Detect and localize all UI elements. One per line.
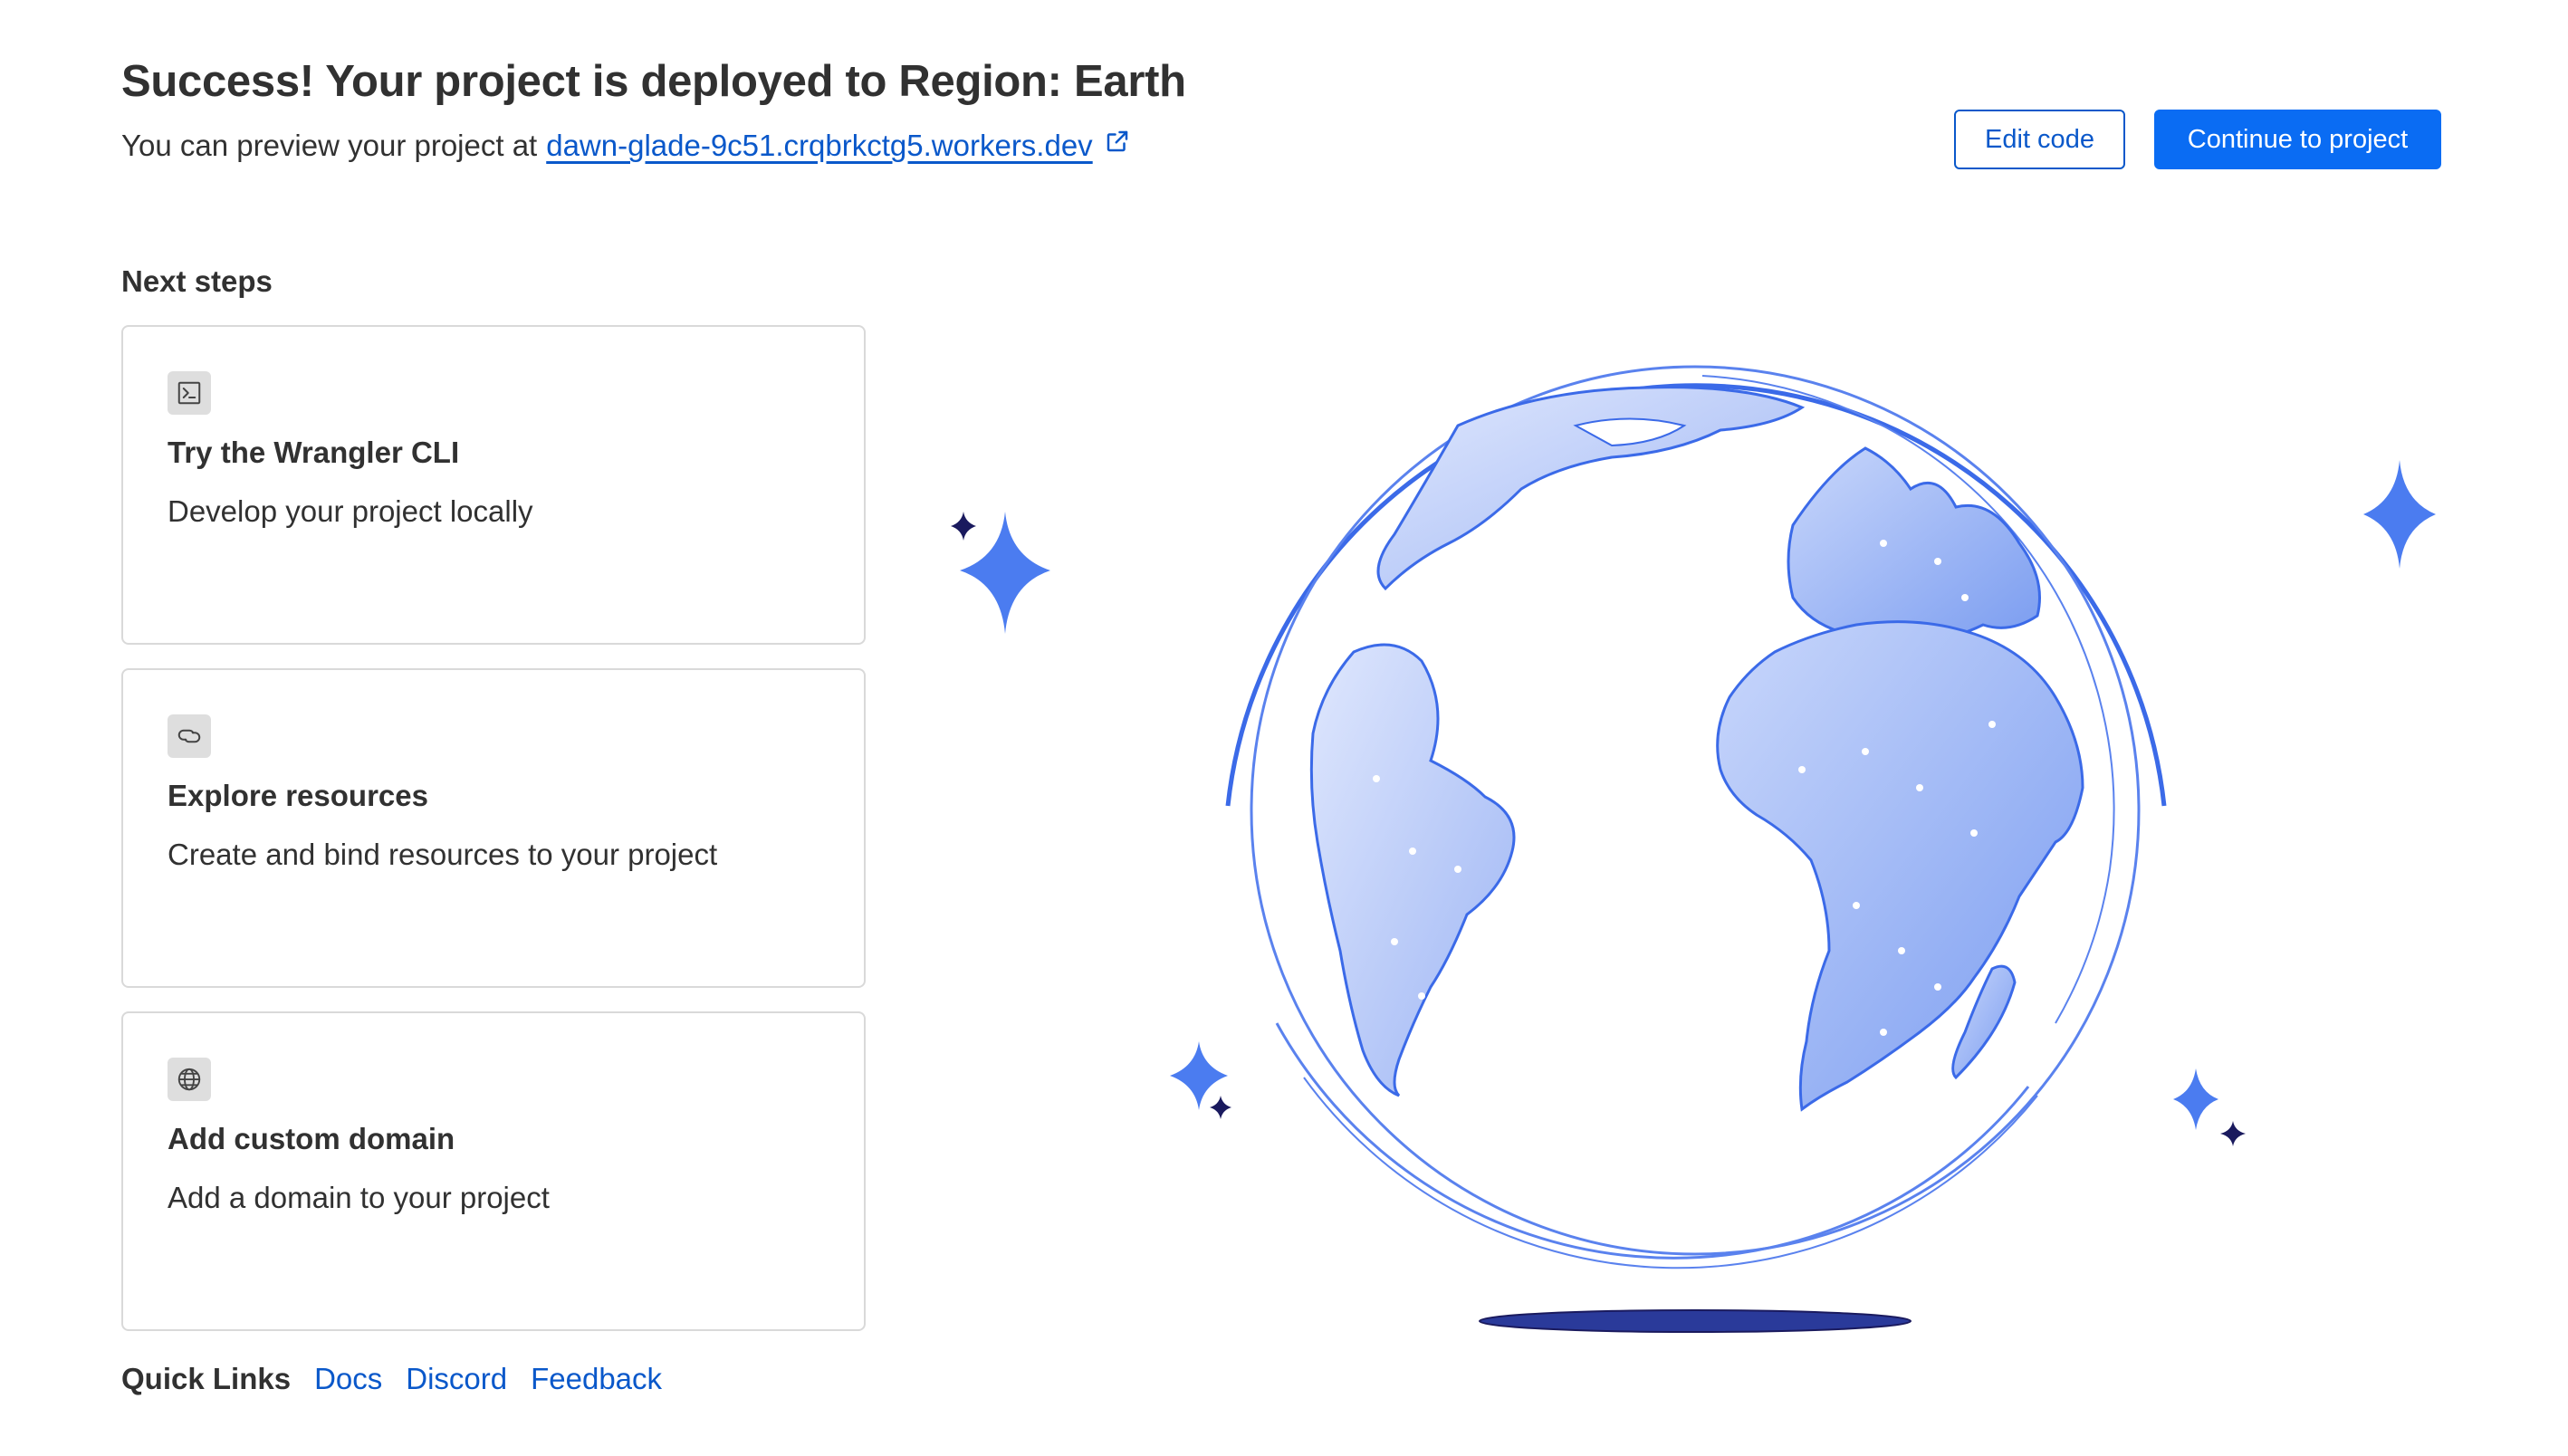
next-steps-heading: Next steps	[121, 264, 273, 298]
preview-prefix: You can preview your project at	[121, 129, 538, 162]
page-title: Success! Your project is deployed to Reg…	[121, 57, 1186, 106]
globe-icon	[168, 1058, 211, 1101]
card-description: Develop your project locally	[168, 494, 533, 528]
terminal-icon	[168, 371, 211, 415]
preview-url-link[interactable]: dawn-glade-9c51.crqbrkctg5.workers.dev	[546, 129, 1092, 163]
docs-link[interactable]: Docs	[314, 1362, 382, 1396]
card-wrangler-cli[interactable]: Try the Wrangler CLI Develop your projec…	[121, 325, 866, 645]
link-icon	[168, 714, 211, 758]
feedback-link[interactable]: Feedback	[531, 1362, 662, 1396]
deploy-success-page: Success! Your project is deployed to Reg…	[0, 0, 2568, 1456]
earth-globe-icon	[951, 365, 2436, 1333]
external-link-icon[interactable]	[1104, 128, 1131, 155]
card-add-custom-domain[interactable]: Add custom domain Add a domain to your p…	[121, 1011, 866, 1331]
card-description: Add a domain to your project	[168, 1181, 550, 1214]
card-description: Create and bind resources to your projec…	[168, 838, 718, 871]
continue-to-project-button[interactable]: Continue to project	[2154, 110, 2441, 169]
edit-code-button[interactable]: Edit code	[1954, 110, 2125, 169]
preview-line: You can preview your project at dawn-gla…	[121, 129, 1131, 163]
quick-links: Quick Links Docs Discord Feedback	[121, 1362, 662, 1396]
card-explore-resources[interactable]: Explore resources Create and bind resour…	[121, 668, 866, 988]
card-title: Add custom domain	[168, 1122, 455, 1155]
card-title: Try the Wrangler CLI	[168, 436, 460, 469]
card-title: Explore resources	[168, 779, 428, 812]
quick-links-label: Quick Links	[121, 1362, 292, 1395]
discord-link[interactable]: Discord	[406, 1362, 507, 1396]
